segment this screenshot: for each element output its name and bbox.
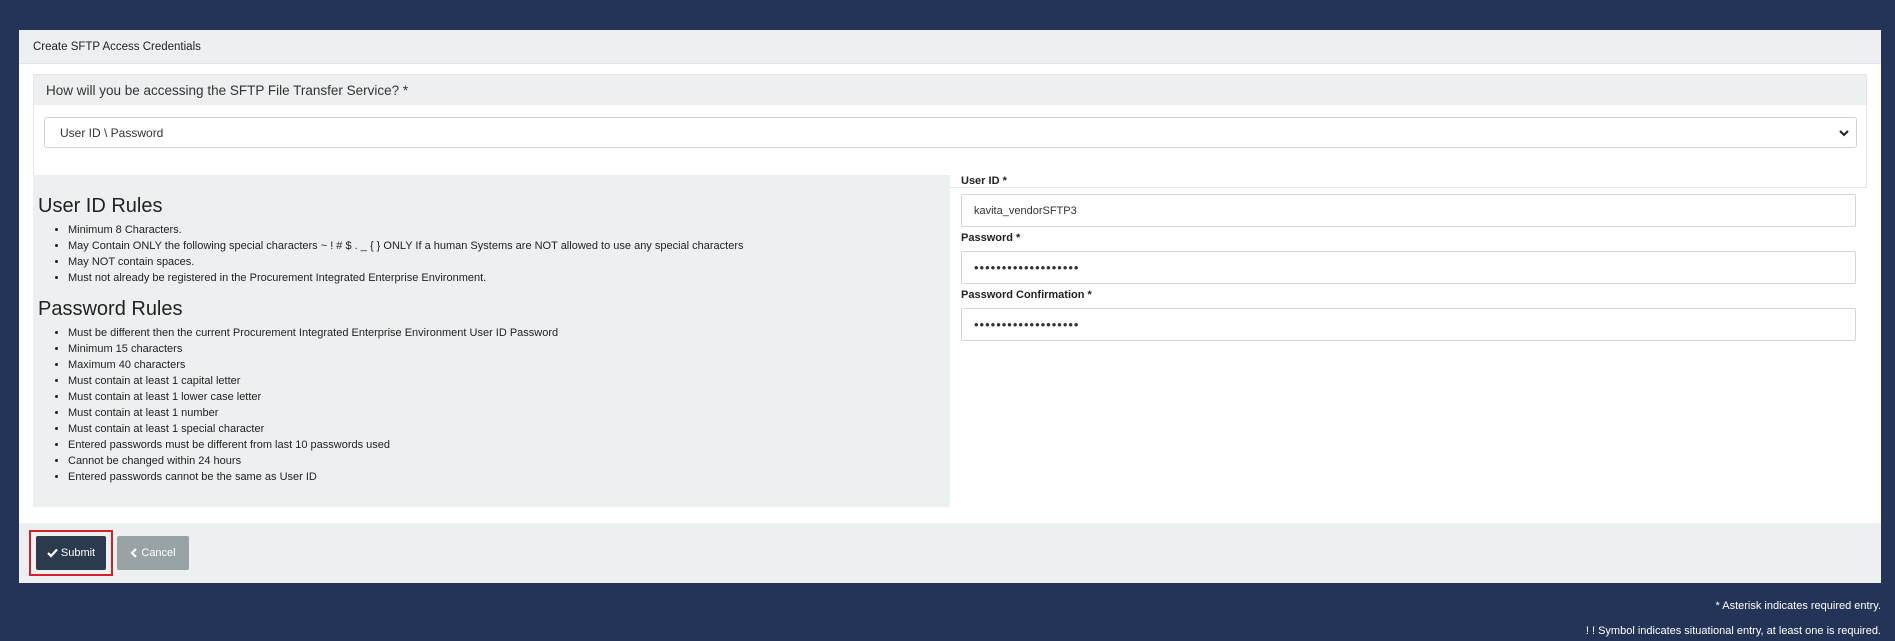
list-item: Must contain at least 1 special characte… bbox=[68, 421, 945, 437]
password-rules-title: Password Rules bbox=[38, 298, 183, 320]
list-item: Must not already be registered in the Pr… bbox=[68, 270, 945, 286]
access-method-label: How will you be accessing the SFTP File … bbox=[34, 75, 1866, 105]
list-item: Entered passwords must be different from… bbox=[68, 437, 945, 453]
list-item: May NOT contain spaces. bbox=[68, 254, 945, 270]
password-label: Password * bbox=[961, 232, 1021, 244]
list-item: Must contain at least 1 capital letter bbox=[68, 373, 945, 389]
password-confirmation-input[interactable]: ••••••••••••••••••• bbox=[961, 308, 1856, 341]
access-method-select[interactable]: User ID \ Password bbox=[44, 117, 1857, 148]
submit-button[interactable]: Submit bbox=[36, 536, 106, 570]
rules-panel: User ID Rules Minimum 8 Characters. May … bbox=[33, 175, 950, 507]
list-item: Must be different then the current Procu… bbox=[68, 325, 945, 341]
list-item: Minimum 8 Characters. bbox=[68, 222, 945, 238]
access-method-section: How will you be accessing the SFTP File … bbox=[33, 74, 1867, 188]
userid-rules-list: Minimum 8 Characters. May Contain ONLY t… bbox=[38, 222, 945, 286]
password-rules-list: Must be different then the current Procu… bbox=[38, 325, 945, 485]
chevron-left-icon bbox=[130, 548, 138, 558]
password-confirmation-label: Password Confirmation * bbox=[961, 289, 1092, 301]
list-item: Maximum 40 characters bbox=[68, 357, 945, 373]
userid-label: User ID * bbox=[961, 175, 1007, 187]
cancel-button[interactable]: Cancel bbox=[117, 536, 189, 570]
list-item: Minimum 15 characters bbox=[68, 341, 945, 357]
list-item: Cannot be changed within 24 hours bbox=[68, 453, 945, 469]
list-item: May Contain ONLY the following special c… bbox=[68, 238, 945, 254]
userid-rules-title: User ID Rules bbox=[38, 195, 163, 217]
check-icon bbox=[47, 548, 58, 558]
cancel-label: Cancel bbox=[141, 547, 176, 559]
required-note: * Asterisk indicates required entry. bbox=[1715, 600, 1881, 612]
list-item: Entered passwords cannot be the same as … bbox=[68, 469, 945, 485]
list-item: Must contain at least 1 number bbox=[68, 405, 945, 421]
password-input[interactable]: ••••••••••••••••••• bbox=[961, 251, 1856, 284]
form-footer: Submit Cancel bbox=[19, 523, 1881, 583]
panel-title: Create SFTP Access Credentials bbox=[19, 30, 1881, 64]
situational-note: ! ! Symbol indicates situational entry, … bbox=[1585, 625, 1881, 637]
access-method-value: User ID \ Password bbox=[60, 125, 164, 140]
list-item: Must contain at least 1 lower case lette… bbox=[68, 389, 945, 405]
userid-input[interactable]: kavita_vendorSFTP3 bbox=[961, 194, 1856, 227]
credentials-form: User ID * kavita_vendorSFTP3 Password * … bbox=[961, 175, 1867, 346]
credentials-panel: Create SFTP Access Credentials How will … bbox=[19, 30, 1881, 583]
chevron-down-icon bbox=[1838, 127, 1850, 139]
submit-label: Submit bbox=[60, 547, 96, 559]
